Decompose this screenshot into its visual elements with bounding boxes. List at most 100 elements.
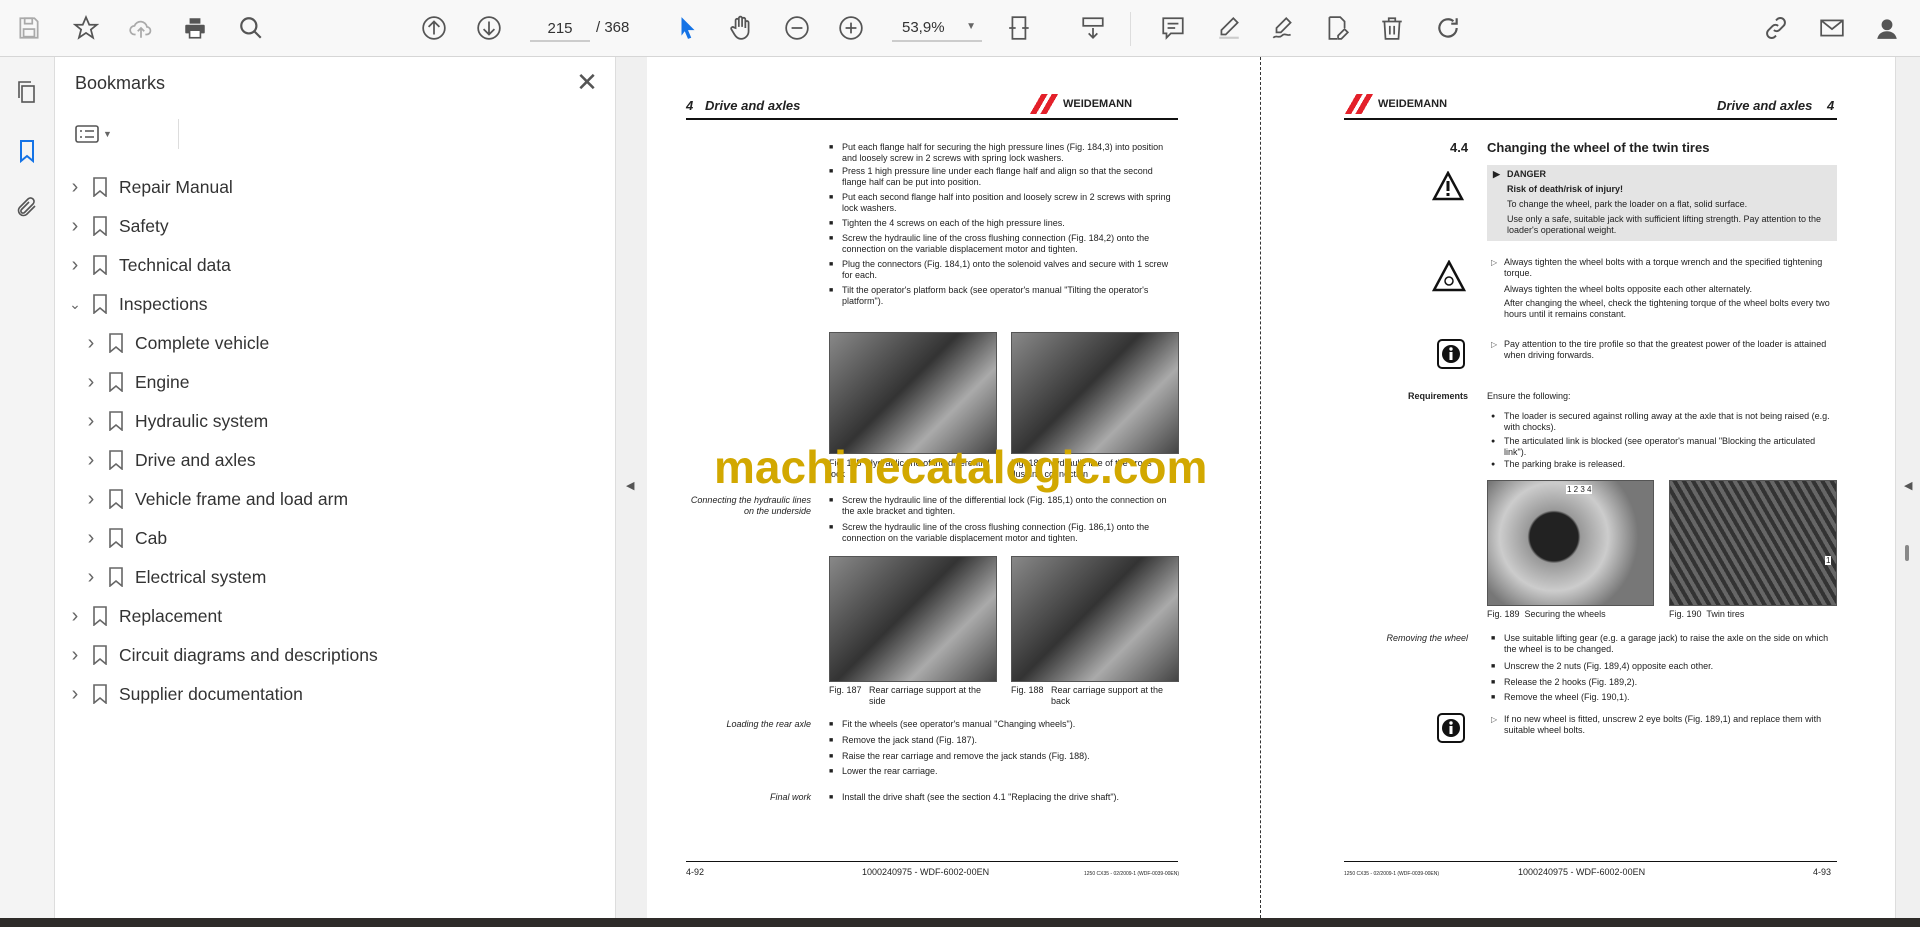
page-thumbnails-icon[interactable] [12, 77, 42, 107]
danger-text: To change the wheel, park the loader on … [1507, 199, 1748, 209]
fit-page-icon[interactable] [1004, 12, 1036, 44]
section-label-loading: Loading the rear axle [726, 719, 811, 729]
step: Screw the hydraulic line of the cross fl… [829, 522, 1178, 544]
header-rule [1344, 118, 1837, 120]
zoom-out-icon[interactable] [781, 12, 813, 44]
page-down-icon[interactable] [473, 12, 505, 44]
zoom-in-icon[interactable] [835, 12, 867, 44]
bookmarks-icon[interactable] [12, 136, 42, 166]
chevron-right-icon[interactable]: › [81, 566, 101, 589]
attachments-icon[interactable] [12, 192, 42, 222]
bookmark-item[interactable]: › Electrical system [81, 561, 267, 593]
footer-edition: 1250 CX35 - 02/2009-1 (WDF-0039-00EN) [1344, 871, 1440, 877]
chevron-down-icon[interactable]: ⌄ [65, 296, 85, 313]
page-chapter-title: Drive and axles [1717, 98, 1813, 113]
trash-icon[interactable] [1376, 12, 1408, 44]
search-icon[interactable] [235, 12, 267, 44]
account-icon[interactable] [1871, 12, 1903, 44]
page-up-icon[interactable] [418, 12, 450, 44]
bookmark-label: Circuit diagrams and descriptions [119, 644, 378, 665]
chevron-right-icon[interactable]: › [65, 215, 85, 238]
list-options-icon [75, 125, 99, 143]
page-number-input[interactable] [530, 16, 590, 42]
bookmark-label: Complete vehicle [135, 332, 270, 353]
section-label-connecting: Connecting the hydraulic lines on the un… [690, 495, 811, 516]
figure-callouts: 1 2 3 4 [1566, 485, 1593, 494]
bookmark-item[interactable]: › Safety [65, 210, 169, 242]
bookmark-icon [109, 489, 123, 509]
bookmark-item[interactable]: ⌄ Inspections [65, 288, 208, 320]
weidemann-logo: WEIDEMANN [1029, 94, 1132, 114]
chevron-right-icon[interactable]: › [81, 371, 101, 394]
bookmark-item[interactable]: › Cab [81, 522, 167, 554]
scrollbar-thumb[interactable] [1905, 545, 1909, 561]
bookmark-icon [109, 333, 123, 353]
bookmark-item[interactable]: › Drive and axles [81, 444, 256, 476]
save-icon[interactable] [13, 12, 45, 44]
panel-collapse-strip[interactable]: ◀ [616, 57, 647, 918]
figure-186-photo [1011, 332, 1179, 454]
star-icon[interactable] [70, 12, 102, 44]
bookmark-item[interactable]: › Vehicle frame and load arm [81, 483, 348, 515]
sign-icon[interactable] [1267, 12, 1299, 44]
mail-icon[interactable] [1816, 12, 1848, 44]
info-text: Pay attention to the tire profile so tha… [1491, 339, 1837, 361]
chevron-right-icon[interactable]: › [81, 488, 101, 511]
bookmark-item[interactable]: › Replacement [65, 600, 222, 632]
chevron-down-icon: ▼ [966, 21, 976, 32]
chevron-right-icon[interactable]: › [81, 527, 101, 550]
chevron-right-icon[interactable]: › [65, 176, 85, 199]
chevron-right-icon[interactable]: › [81, 332, 101, 355]
danger-arrow-icon: ▶ [1493, 169, 1500, 179]
bookmark-item[interactable]: › Repair Manual [65, 171, 233, 203]
step: Plug the connectors (Fig. 184,1) onto th… [829, 259, 1178, 281]
chevron-right-icon[interactable]: › [65, 605, 85, 628]
zoom-level-value: 53,9% [902, 19, 945, 36]
watermark: machinecatalogic.com [714, 441, 1208, 493]
bookmarks-panel: Bookmarks ✕ ▼ › Repair Manual › Safety › Tech… [55, 57, 616, 918]
zoom-level-select[interactable]: 53,9% ▼ [892, 16, 982, 42]
bookmark-item[interactable]: › Complete vehicle [81, 327, 270, 359]
bookmark-options-button[interactable]: ▼ [75, 119, 179, 149]
cloud-upload-icon[interactable] [125, 12, 157, 44]
vertical-scrollbar[interactable]: ◀ [1895, 57, 1920, 918]
page-number: 4-93 [1813, 867, 1832, 877]
comment-icon[interactable] [1157, 12, 1189, 44]
edit-pdf-icon[interactable] [1321, 12, 1353, 44]
chevron-right-icon[interactable]: › [65, 683, 85, 706]
bookmark-label: Repair Manual [119, 176, 233, 197]
requirement: The loader is secured against rolling aw… [1491, 411, 1837, 433]
chevron-right-icon[interactable]: › [81, 449, 101, 472]
collapse-panel-arrow-icon[interactable]: ◀ [626, 479, 634, 492]
hand-icon[interactable] [725, 12, 757, 44]
chevron-right-icon[interactable]: › [81, 410, 101, 433]
bookmark-icon [93, 606, 107, 626]
bookmark-item[interactable]: › Hydraulic system [81, 405, 269, 437]
rotate-icon[interactable] [1432, 12, 1464, 44]
step: Use suitable lifting gear (e.g. a garage… [1491, 633, 1837, 655]
chevron-right-icon[interactable]: › [65, 644, 85, 667]
bookmark-label: Replacement [119, 605, 223, 626]
bookmark-item[interactable]: › Technical data [65, 249, 231, 281]
page-chapter-title: Drive and axles [705, 98, 801, 113]
highlight-pen-icon[interactable] [1213, 12, 1245, 44]
share-link-icon[interactable] [1760, 12, 1792, 44]
select-cursor-icon[interactable] [672, 12, 704, 44]
print-icon[interactable] [179, 12, 211, 44]
bookmark-label: Safety [119, 215, 169, 236]
figure-189-photo: 1 2 3 4 [1487, 480, 1654, 606]
bookmark-item[interactable]: › Engine [81, 366, 190, 398]
bookmark-icon [93, 684, 107, 704]
caution-text: Always tighten the wheel bolts opposite … [1504, 284, 1752, 294]
danger-text: Use only a safe, suitable jack with suff… [1507, 214, 1822, 235]
chevron-right-icon[interactable]: › [65, 254, 85, 277]
bookmark-item[interactable]: › Circuit diagrams and descriptions [65, 639, 378, 671]
bookmark-label: Electrical system [135, 566, 267, 587]
bookmark-item[interactable]: › Supplier documentation [65, 678, 303, 710]
bookmark-icon [109, 372, 123, 392]
close-icon[interactable]: ✕ [573, 67, 601, 98]
section-number: 4.4 [1450, 140, 1469, 155]
expand-right-panel-arrow-icon[interactable]: ◀ [1904, 479, 1912, 492]
page-chapter-number: 4 [1827, 98, 1835, 113]
scroll-mode-icon[interactable] [1077, 12, 1109, 44]
